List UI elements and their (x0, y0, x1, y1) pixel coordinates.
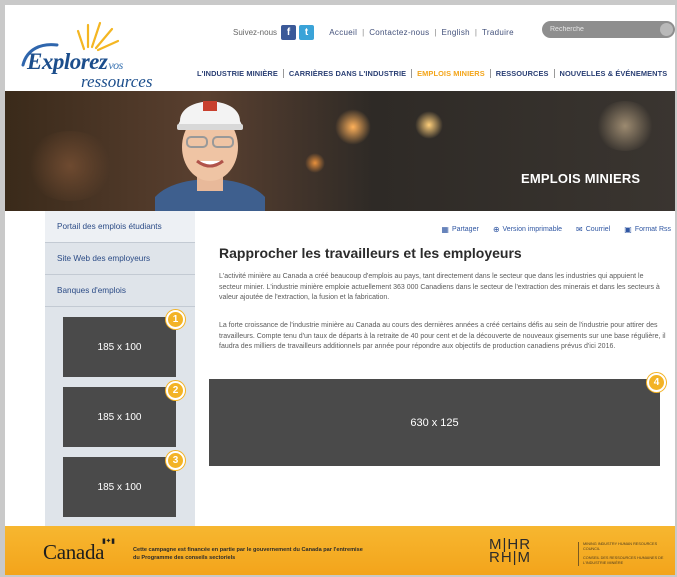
link-contact[interactable]: Contactez-nous (369, 28, 429, 37)
sidebar-item-employeurs[interactable]: Site Web des employeurs (45, 243, 195, 275)
nav-item-emplois[interactable]: EMPLOIS MINIERS (417, 69, 485, 78)
divider (322, 28, 324, 37)
light-glow (595, 101, 655, 151)
email-button[interactable]: ✉ Courriel (576, 225, 610, 234)
link-traduire[interactable]: Traduire (482, 28, 514, 37)
divider (489, 69, 491, 78)
page-tools: ▦ Partager ⊕ Version imprimable ✉ Courri… (441, 225, 671, 234)
main-nav: L'INDUSTRIE MINIÈRE CARRIÈRES DANS L'IND… (197, 69, 667, 78)
ad-placeholder-3: 185 x 100 (63, 457, 176, 517)
nav-item-nouvelles[interactable]: NOUVELLES & ÉVÉNEMENTS (560, 69, 668, 78)
rss-button[interactable]: ▣ Format Rss (624, 225, 671, 234)
logo-word-ressources: ressources (81, 72, 153, 91)
follow-label: Suivez-nous (233, 27, 278, 37)
mihr-council-text: Mining Industry Human Resources Council … (578, 542, 668, 566)
ad-size-label: 185 x 100 (97, 411, 142, 423)
twitter-icon[interactable]: t (299, 24, 315, 40)
logo-word-explorez: Explorez (27, 49, 108, 74)
funding-text: Cette campagne est financée en partie pa… (133, 547, 363, 561)
paragraph: La forte croissance de l'industrie miniè… (219, 322, 666, 350)
divider (553, 69, 555, 78)
page-frame: Explorezvos ressources Suivez-nous f t A… (5, 5, 675, 575)
light-glow (335, 109, 371, 145)
email-label: Courriel (585, 226, 611, 233)
explorez-vos-ressources-logo[interactable]: Explorezvos ressources (19, 19, 179, 91)
divider: | (474, 27, 477, 37)
light-glow (415, 111, 443, 139)
ad-size-label: 185 x 100 (97, 481, 142, 493)
nav-item-ressources[interactable]: RESSOURCES (496, 69, 549, 78)
mihr-logo-bottom: RH|M (489, 549, 532, 566)
light-glow (25, 131, 115, 201)
sidebar: Portail des emplois étudiants Site Web d… (45, 211, 195, 526)
canada-wordmark[interactable]: Canada ▮✦▮ (43, 537, 115, 565)
share-icon: ▦ (441, 225, 449, 234)
badge-4: 4 (647, 373, 666, 392)
ad-size-label: 630 x 125 (410, 416, 459, 429)
divider: | (362, 27, 365, 37)
search-button[interactable] (660, 23, 673, 36)
main-content: ▦ Partager ⊕ Version imprimable ✉ Courri… (195, 211, 675, 526)
rss-icon: ▣ (624, 225, 632, 234)
light-glow (305, 153, 325, 173)
rss-label: Format Rss (634, 226, 671, 233)
search-input[interactable] (550, 26, 660, 33)
divider (411, 69, 413, 78)
miner-photo (155, 101, 265, 211)
council-fr: Conseil des ressources humaines de l'ind… (583, 556, 664, 565)
link-english[interactable]: English (442, 28, 470, 37)
sidebar-item-portail[interactable]: Portail des emplois étudiants (45, 211, 195, 243)
ad-placeholder-2: 185 x 100 (63, 387, 176, 447)
badge-2: 2 (166, 381, 185, 400)
utility-bar: Suivez-nous f t Accueil | Contactez-nous… (233, 23, 514, 41)
print-button[interactable]: ⊕ Version imprimable (493, 225, 562, 234)
paragraph: L'activité minière au Canada a créé beau… (219, 273, 660, 301)
ad-placeholder-1: 185 x 100 (63, 317, 176, 377)
nav-item-carrieres[interactable]: CARRIÈRES DANS L'INDUSTRIE (289, 69, 406, 78)
share-label: Partager (451, 226, 479, 233)
ad-size-label: 185 x 100 (97, 341, 142, 353)
search-box (542, 21, 675, 38)
print-icon: ⊕ (492, 225, 500, 234)
site-header: Explorezvos ressources Suivez-nous f t A… (5, 5, 675, 91)
badge-3: 3 (166, 451, 185, 470)
hero-title: EMPLOIS MINIERS (521, 171, 641, 186)
sun-rays-icon (76, 21, 120, 52)
hero-banner: EMPLOIS MINIERS (5, 91, 675, 211)
badge-1: 1 (166, 310, 185, 329)
print-label: Version imprimable (502, 226, 563, 233)
share-button[interactable]: ▦ Partager (441, 225, 478, 234)
council-en: Mining Industry Human Resources Council (583, 542, 658, 551)
page-title: Rapprocher les travailleurs et les emplo… (219, 245, 522, 261)
divider (282, 69, 284, 78)
nav-item-industrie[interactable]: L'INDUSTRIE MINIÈRE (197, 69, 278, 78)
mihr-logo[interactable]: M|HR RH|M (489, 537, 561, 568)
facebook-icon[interactable]: f (281, 24, 297, 40)
divider: | (434, 27, 437, 37)
sidebar-item-banques[interactable]: Banques d'emplois (45, 275, 195, 307)
email-icon: ✉ (576, 225, 583, 234)
maple-leaf-flag-icon: ▮✦▮ (102, 537, 115, 545)
ad-placeholder-4: 630 x 125 (209, 379, 660, 466)
logo-word-vos: vos (108, 58, 123, 72)
site-footer: Canada ▮✦▮ Cette campagne est financée e… (5, 526, 675, 575)
link-accueil[interactable]: Accueil (329, 28, 357, 37)
canada-wordmark-text: Canada (43, 540, 105, 564)
